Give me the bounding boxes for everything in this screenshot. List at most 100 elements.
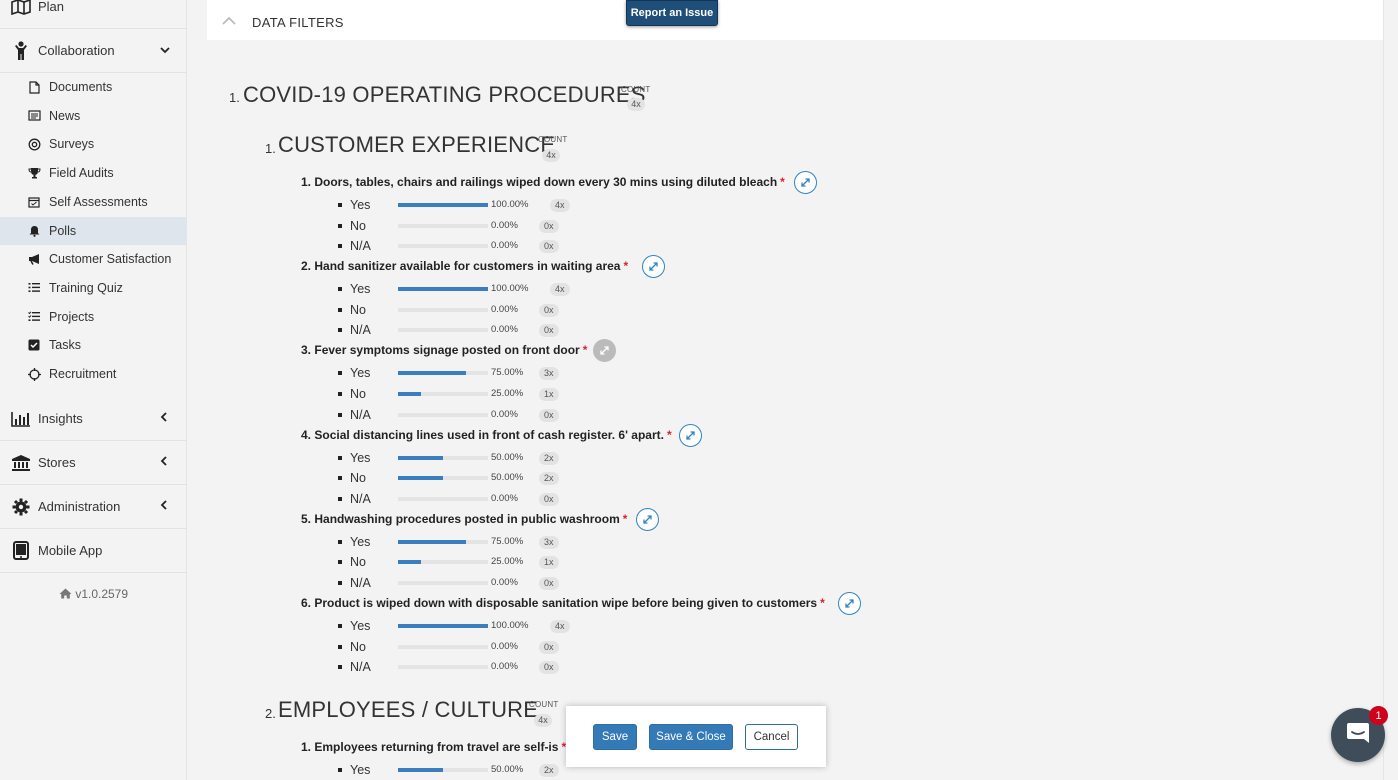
required-marker: * [622,511,628,526]
answer-progress-fill [398,371,466,376]
expand-icon[interactable] [679,423,702,447]
count-label: COUNT [529,700,559,709]
nav-collaboration[interactable]: Collaboration [0,29,187,73]
sidebar-item-tasks[interactable]: Tasks [0,331,187,359]
section-title: COVID-19 OPERATING PROCEDURES [243,82,646,107]
answer-bullet [338,307,342,312]
answer-count-badge: 0x [539,324,559,338]
answer-label: Yes [350,534,371,549]
expand-icon[interactable] [636,507,659,531]
sidebar-item-label: Tasks [49,338,81,353]
answer-progress-fill [398,287,488,292]
answer-count-badge: 2x [539,451,559,465]
answer-progress-bar [398,307,488,312]
sidebar-item-field-audits[interactable]: Field Audits [0,159,187,187]
answer-count-badge: 2x [539,472,559,486]
answer-progress-bar [398,203,488,207]
question: 1. Employees returning from travel are s… [301,740,566,754]
answer-percent: 0.00% [491,324,518,336]
save-button[interactable]: Save [593,724,637,750]
sidebar-item-self-assessments[interactable]: Self Assessments [0,188,187,216]
chevron-down-icon [160,45,170,57]
nav-collaboration-label: Collaboration [38,43,115,58]
sidebar-item-documents[interactable]: Documents [0,73,187,101]
answer-count-badge: 0x [539,408,559,422]
chevron-up-icon[interactable] [222,13,236,27]
answer-percent: 100.00% [491,620,529,631]
answer-progress-bar [398,244,488,249]
report-issue-button[interactable]: Report an Issue [626,0,718,26]
map-icon [11,0,31,17]
sidebar-item-news[interactable]: News [0,102,187,130]
nav-stores[interactable]: Stores [0,441,187,485]
answer-progress-fill [398,624,488,628]
answer-progress-bar [398,455,488,460]
nav-insights[interactable]: Insights [0,397,187,441]
answer-bullet [338,203,342,207]
answer-count-badge: 3x [539,367,559,381]
save-close-button[interactable]: Save & Close [649,724,733,750]
count-badge: 4x [627,98,645,111]
answer-percent: 25.00% [491,388,524,399]
answer-count-badge: 1x [539,388,559,401]
answer-count-badge: 1x [539,556,559,570]
expand-icon [593,339,616,363]
answer-progress-fill [398,539,466,544]
person-icon [11,40,31,61]
answer-label: Yes [350,763,371,777]
answer-bullet [338,371,342,376]
answer-count-badge: 4x [550,199,570,212]
question-text: Handwashing procedures posted in public … [314,511,620,526]
scrollbar[interactable] [1383,0,1398,780]
sidebar-item-polls[interactable]: Polls [0,216,187,245]
sidebar-item-projects[interactable]: Projects [0,303,187,331]
chat-unread-badge: 1 [1369,706,1388,725]
data-filters-title: DATA FILTERS [252,15,344,30]
answer-progress-bar [398,624,488,628]
version-label: v1.0.2579 [75,587,129,601]
sidebar-item-training-quiz[interactable]: Training Quiz [0,274,187,302]
answer-label: No [350,639,366,654]
nav-administration[interactable]: Administration [0,485,187,529]
bank-icon [11,453,31,473]
expand-icon[interactable] [794,171,817,194]
question-text: Employees returning from travel are self… [314,740,559,754]
sidebar: Plan Collaboration Documents News Surveys F… [0,0,187,780]
answer-label: N/A [350,407,371,422]
nav-plan[interactable]: Plan [0,0,187,29]
answer-bullet [338,392,342,396]
cancel-button[interactable]: Cancel [745,724,798,750]
expand-icon[interactable] [642,255,665,279]
answer-label: No [350,302,366,317]
megaphone-icon [27,252,41,266]
answer-bullet [338,476,342,481]
answer-progress-bar [398,581,488,585]
answer-label: Yes [350,619,371,633]
sidebar-item-label: Polls [49,223,77,238]
answer-bullet [338,412,342,417]
question-number: 3. [301,343,312,358]
sidebar-item-label: Recruitment [49,367,117,381]
answer-progress-fill [398,768,443,772]
expand-icon[interactable] [838,592,861,615]
count-badge: 4x [542,149,560,162]
trophy-icon [27,166,41,180]
sidebar-item-surveys[interactable]: Surveys [0,130,187,158]
answer-label: No [350,555,366,570]
nav-mobile-app[interactable]: Mobile App [0,529,187,573]
sidebar-item-label: Projects [49,309,95,324]
answer-bullet [338,328,342,333]
sidebar-item-customer-satisfaction[interactable]: Customer Satisfaction [0,245,187,273]
answer-bullet [338,560,342,565]
question-number: 2. [301,259,312,274]
subsection-number: 2. [265,706,276,721]
answer-count-badge: 0x [539,492,559,506]
nav-stores-label: Stores [38,455,76,470]
sidebar-item-recruitment[interactable]: Recruitment [0,360,187,388]
answer-count-badge: 0x [539,577,559,590]
main-content: DATA FILTERS Report an Issue 1. COVID-19 … [202,0,1398,780]
question: 3. Fever symptoms signage posted on fron… [301,343,587,357]
answer-progress-fill [398,476,443,481]
question-text: Doors, tables, chairs and railings wiped… [314,175,778,189]
data-filters-bar[interactable]: DATA FILTERS [207,0,1383,40]
